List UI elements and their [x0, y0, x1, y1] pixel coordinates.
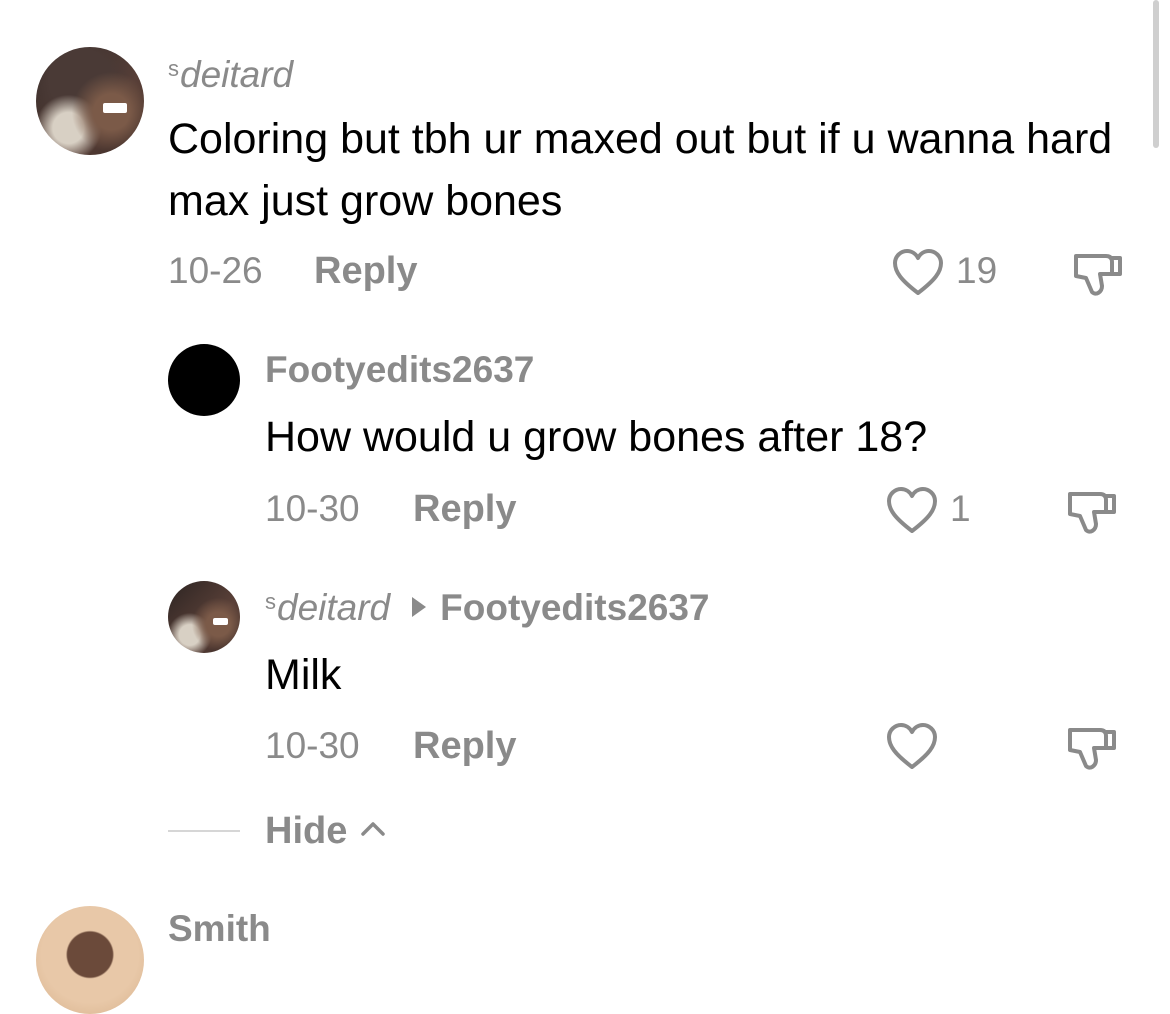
comment-text: How would u grow bones after 18? — [265, 413, 928, 461]
avatar[interactable] — [168, 581, 240, 653]
comment-date: 10-30 — [265, 725, 360, 766]
heart-outline-icon[interactable] — [885, 486, 939, 536]
reply-arrow-icon — [412, 597, 427, 618]
thumbs-down-icon[interactable] — [1066, 486, 1120, 536]
hide-replies-button[interactable]: Hide — [265, 810, 347, 853]
comment-username[interactable]: sdeitard — [168, 54, 293, 96]
reply-button[interactable]: Reply — [413, 725, 516, 768]
comment-username[interactable]: Smith — [168, 908, 271, 950]
thumbs-down-icon[interactable] — [1072, 248, 1126, 298]
comment-date: 10-30 — [265, 488, 360, 529]
reply-button[interactable]: Reply — [314, 250, 417, 293]
chevron-up-icon[interactable] — [360, 818, 386, 838]
scrollbar[interactable] — [1153, 0, 1159, 148]
like-count: 1 — [950, 488, 971, 529]
avatar[interactable] — [168, 344, 240, 416]
divider — [168, 830, 240, 832]
avatar[interactable] — [36, 47, 144, 155]
avatar[interactable] — [36, 906, 144, 1014]
reply-button[interactable]: Reply — [413, 488, 516, 531]
comment-text: Milk — [265, 651, 342, 699]
heart-outline-icon[interactable] — [891, 248, 945, 298]
comment-date: 10-26 — [168, 250, 263, 291]
like-count: 19 — [956, 250, 998, 291]
comment-username[interactable]: Footyedits2637 — [265, 349, 534, 391]
heart-outline-icon[interactable] — [885, 722, 939, 772]
thumbs-down-icon[interactable] — [1066, 722, 1120, 772]
comment-text: Coloring but tbh ur maxed out but if u w… — [168, 115, 1113, 225]
comment-username[interactable]: sdeitard Footyedits2637 — [265, 587, 710, 629]
